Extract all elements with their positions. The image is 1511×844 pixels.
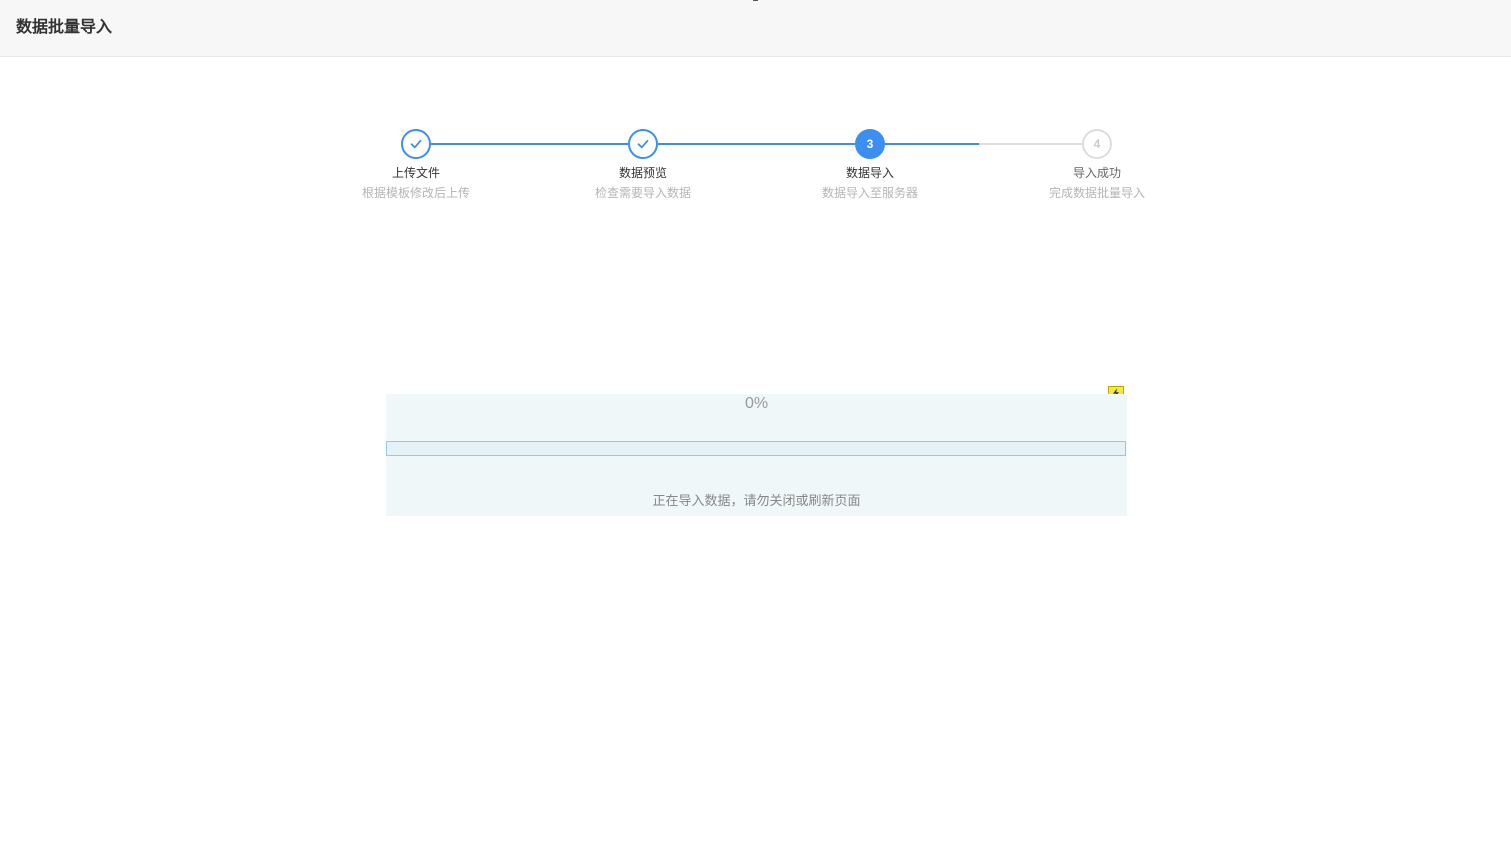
step-3-title: 数据导入 <box>845 166 894 180</box>
step-1-title: 上传文件 <box>391 166 440 180</box>
step-3-description: 数据导入至服务器 <box>821 186 918 200</box>
step-2-description: 检查需要导入数据 <box>594 186 691 200</box>
step-connector-3-4-pending <box>979 143 1082 145</box>
step-4-title: 导入成功 <box>1072 166 1121 180</box>
import-progress-panel: 0% 正在导入数据，请勿关闭或刷新页面 <box>386 394 1127 516</box>
step-4-number: 4 <box>1093 137 1101 151</box>
step-connector-2-3 <box>658 143 855 145</box>
step-1-indicator <box>401 129 431 159</box>
step-2-title: 数据预览 <box>618 166 667 180</box>
step-3-number: 3 <box>866 137 874 151</box>
step-connector-1-2 <box>431 143 628 145</box>
progress-status-message: 正在导入数据，请勿关闭或刷新页面 <box>652 493 861 508</box>
step-connector-3-4-done <box>885 143 979 145</box>
progress-percent-label: 0% <box>744 395 769 412</box>
step-2-indicator <box>628 129 658 159</box>
check-icon <box>636 137 650 151</box>
step-4-description: 完成数据批量导入 <box>1048 186 1145 200</box>
step-1-description: 根据模板修改后上传 <box>361 186 470 200</box>
import-steps: 上传文件 根据模板修改后上传 数据预览 检查需要导入数据 3 数据导入 数据导入… <box>0 0 1511 220</box>
step-3-indicator: 3 <box>855 129 885 159</box>
step-4-indicator: 4 <box>1082 129 1112 159</box>
progress-bar <box>386 441 1126 456</box>
check-icon <box>409 137 423 151</box>
